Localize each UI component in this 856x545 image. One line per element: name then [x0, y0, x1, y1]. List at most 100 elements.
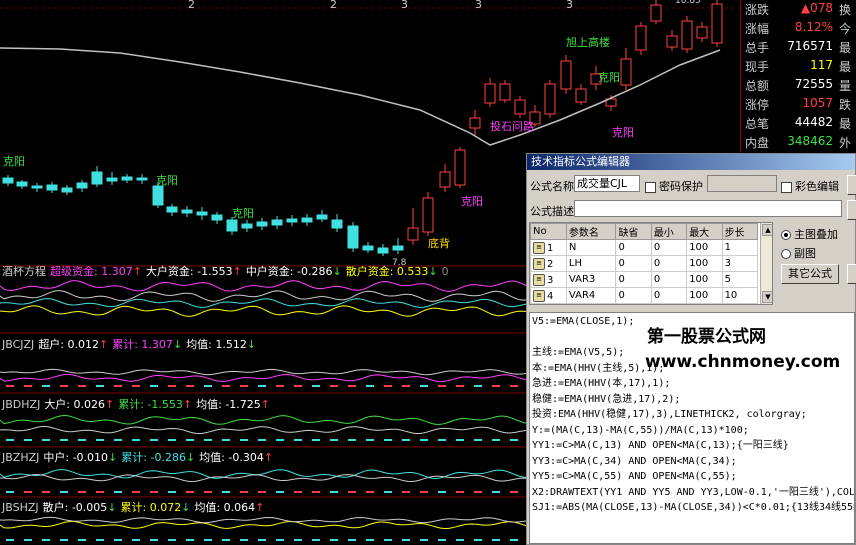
param-cell: 1	[547, 242, 554, 254]
param-cell-box[interactable]: 10	[721, 287, 759, 304]
password-checkbox-box[interactable]	[645, 181, 656, 193]
panel-value: 累计: 0.072	[120, 501, 182, 514]
password-protect-checkbox[interactable]: 密码保护	[645, 178, 703, 194]
param-cell-box[interactable]: 3	[721, 255, 759, 272]
quote-value: 44482	[794, 115, 833, 129]
radio-main-icon[interactable]	[781, 230, 791, 240]
param-cell: 0	[618, 258, 625, 269]
param-cell-box[interactable]: N	[565, 239, 617, 256]
param-cell-box[interactable]: 0	[650, 287, 688, 304]
code-line: 稳健:=EMA(HHV(急进,17),2);	[532, 393, 681, 405]
candle-annotation: 克阳	[3, 155, 25, 168]
quote-label-right: 最	[839, 117, 852, 131]
param-column-header[interactable]: 最大	[686, 223, 723, 240]
side-button-2[interactable]	[847, 200, 856, 220]
candle	[454, 147, 466, 188]
param-cell-box[interactable]: 0	[650, 255, 688, 272]
candle-annotation: 旭上高楼	[566, 36, 610, 49]
arrow-down-icon: ↓	[246, 338, 257, 351]
param-cell-box[interactable]: 100	[686, 271, 723, 288]
param-cell-box[interactable]: ≡ 3	[530, 271, 567, 288]
quote-value: 1057	[802, 96, 833, 110]
top-tick: 2	[330, 0, 337, 11]
radio-sub-icon[interactable]	[781, 249, 791, 259]
side-button-1[interactable]	[847, 175, 856, 195]
param-cell-box[interactable]: 0	[650, 239, 688, 256]
param-cell-box[interactable]: 0	[615, 239, 652, 256]
param-cell: 1	[724, 242, 731, 253]
radio-sub-chart[interactable]: 副图	[781, 245, 816, 261]
panel-value: 超户: 0.012	[38, 338, 100, 351]
radio-main-overlay[interactable]: 主图叠加	[781, 226, 838, 242]
param-cell-box[interactable]: ≡ 1	[530, 239, 567, 256]
param-column-header[interactable]: 步长	[721, 223, 759, 240]
param-row[interactable]: ≡ 3 VAR3 0 0 100 5	[530, 271, 759, 288]
parameter-table[interactable]: No 参数名 缺省 最小 最大 步长 ≡ 1 N 0 0 100 1 ≡ 2 LH 0 0 100 3 ≡ 3 VAR3 0…	[529, 222, 773, 305]
param-column-header[interactable]: No	[530, 223, 567, 240]
param-cell: 5	[724, 274, 731, 285]
quote-value: 348462	[787, 134, 833, 148]
panel-value: 累计: -1.553	[118, 398, 183, 411]
code-line: Y:=(MA(C,13)-MA(C,55))/MA(C,13)*100;	[532, 424, 749, 436]
param-cell-box[interactable]: ≡ 2	[530, 255, 567, 272]
param-cell-box[interactable]: 100	[686, 287, 723, 304]
candle	[635, 22, 647, 55]
candle-annotation: 投石问路	[490, 120, 534, 133]
param-column-header[interactable]: 最小	[650, 223, 688, 240]
param-cell-box[interactable]: 0	[615, 271, 652, 288]
formula-name-input[interactable]: 成交量CJL	[574, 175, 640, 192]
param-cell: 3	[724, 258, 731, 269]
panel-name: JBDHZJ	[2, 398, 41, 411]
candle-annotation: 底背	[428, 237, 450, 250]
arrow-up-icon: ↑	[132, 265, 142, 278]
param-cell: N	[568, 242, 577, 253]
panel-name: 酒杯方程	[2, 265, 46, 278]
scroll-down-icon[interactable]: ▼	[762, 291, 772, 303]
param-row[interactable]: ≡ 2 LH 0 0 100 3	[530, 255, 759, 272]
param-cell-box[interactable]: LH	[565, 255, 617, 272]
panel-value: 中户: -0.010	[43, 451, 109, 464]
param-cell-box[interactable]: 100	[686, 255, 723, 272]
param-cell-box[interactable]: 5	[721, 271, 759, 288]
param-cell-box[interactable]: 0	[650, 271, 688, 288]
param-scrollbar[interactable]: ▲ ▼	[760, 223, 772, 304]
watermark-site-url: www.chnmoney.com	[645, 352, 841, 372]
scroll-up-icon[interactable]: ▲	[762, 224, 772, 236]
quote-label-right: 最	[839, 60, 852, 74]
code-line: YY5:=C>MA(C,55) AND OPEN<MA(C,55);	[532, 471, 737, 482]
other-formula-button[interactable]: 其它公式	[781, 264, 839, 284]
panel-value: 均值: 0.064	[194, 501, 256, 514]
formula-editor-dialog[interactable]: 技术指标公式编辑器 公式名称 成交量CJL 密码保护 彩色编辑 公式描述 No 参…	[526, 153, 856, 545]
candle-annotation: 10.85	[675, 0, 701, 6]
candle-annotation: 克阳	[156, 174, 178, 187]
top-tick: 3	[566, 0, 573, 11]
param-cell: 100	[689, 242, 709, 253]
formula-desc-label: 公式描述	[530, 205, 574, 218]
param-column-header[interactable]: 缺省	[615, 223, 652, 240]
top-tick: 3	[475, 0, 482, 11]
side-button-3[interactable]	[847, 264, 856, 284]
param-cell-box[interactable]: 0	[615, 287, 652, 304]
code-line: SJ1:=ABS(MA(CLOSE,13)-MA(CLOSE,34))<C*0.…	[532, 502, 855, 513]
param-cell-box[interactable]: 0	[615, 255, 652, 272]
param-cell: 100	[689, 290, 709, 301]
formula-desc-input[interactable]	[574, 200, 842, 217]
param-row[interactable]: ≡ 4 VAR4 0 0 100 10	[530, 287, 759, 304]
candle	[681, 16, 693, 53]
param-cell-box[interactable]: VAR4	[565, 287, 617, 304]
code-line: 投资:EMA(HHV(稳健,17),3),LINETHICK2, colorgr…	[532, 409, 807, 420]
color-edit-box[interactable]	[781, 181, 792, 193]
arrow-up-icon: ↑	[260, 398, 271, 411]
param-cell-box[interactable]: VAR3	[565, 271, 617, 288]
param-cell: 100	[689, 258, 709, 269]
param-cell-box[interactable]: 100	[686, 239, 723, 256]
param-cell-box[interactable]: ≡ 4	[530, 287, 567, 304]
quote-label: 内盘	[745, 136, 770, 150]
param-column-header[interactable]: 参数名	[565, 223, 617, 240]
quote-label: 总额	[745, 79, 770, 93]
quote-value: 117	[810, 58, 833, 72]
password-field[interactable]	[707, 175, 777, 192]
param-cell-box[interactable]: 1	[721, 239, 759, 256]
param-row[interactable]: ≡ 1 N 0 0 100 1	[530, 239, 759, 256]
color-edit-checkbox[interactable]: 彩色编辑	[781, 178, 839, 194]
